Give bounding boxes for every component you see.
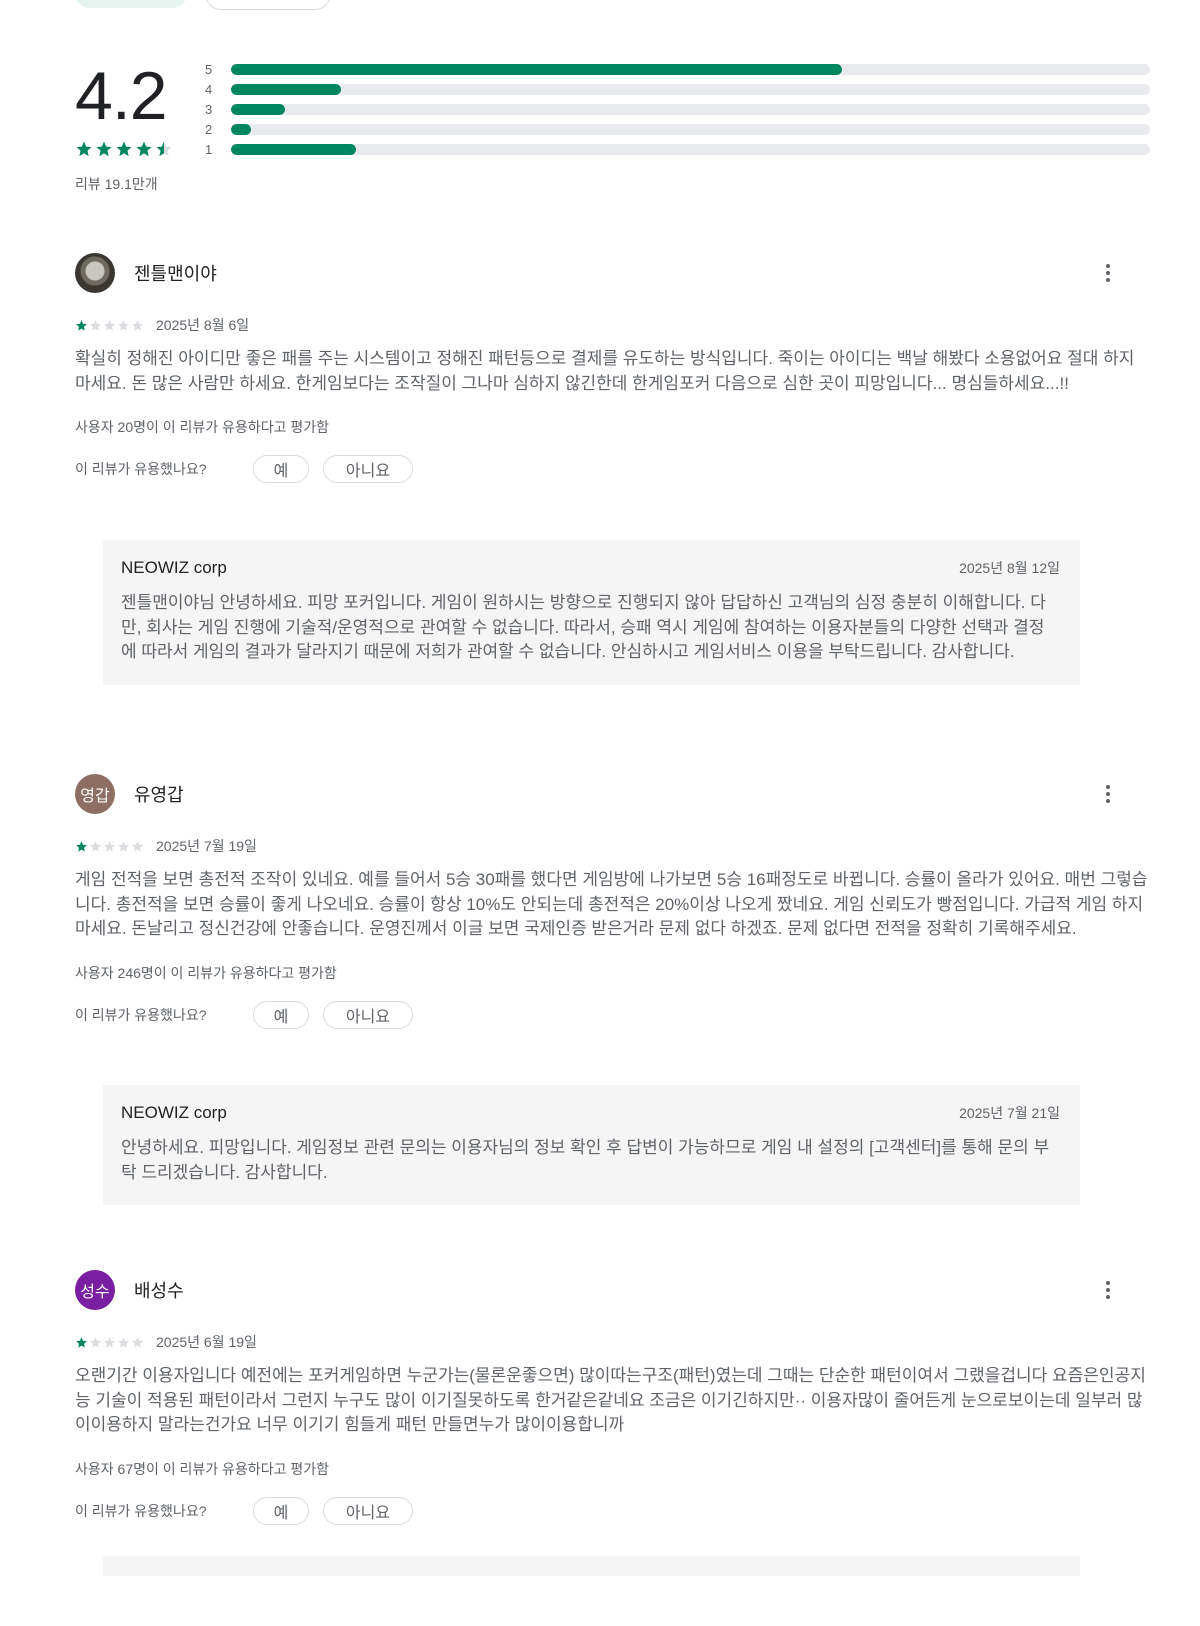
developer-reply <box>103 1556 1080 1576</box>
distribution-track <box>231 123 1150 135</box>
helpful-question: 이 리뷰가 유용했나요? <box>75 461 207 477</box>
avatar <box>75 253 115 293</box>
helpful-no-button[interactable]: 아니요 <box>323 455 413 483</box>
distribution-label: 5 <box>205 61 213 77</box>
star-icon <box>76 319 87 331</box>
distribution-row: 3 <box>205 99 1150 119</box>
distribution-row: 2 <box>205 119 1150 139</box>
star-icon <box>76 840 87 852</box>
star-icon <box>104 1336 115 1348</box>
distribution-track <box>231 63 1150 75</box>
star-icon <box>156 141 172 157</box>
review-text: 게임 전적을 보면 총전적 조작이 있네요. 예를 들어서 5승 30패를 했다… <box>75 870 1148 938</box>
star-icon <box>118 1336 129 1348</box>
review-date: 2025년 7월 19일 <box>156 838 257 854</box>
more-options-icon[interactable] <box>1096 1278 1120 1302</box>
star-icon <box>118 319 129 331</box>
distribution-track <box>231 103 1150 115</box>
distribution-track <box>231 83 1150 95</box>
distribution-bar <box>231 123 252 135</box>
average-stars <box>75 140 173 158</box>
filter-chip-selected[interactable] <box>75 0 187 8</box>
helpful-yes-button[interactable]: 예 <box>253 1496 309 1525</box>
distribution-row: 5 <box>205 59 1150 79</box>
more-options-icon[interactable] <box>1096 261 1120 285</box>
star-icon <box>104 840 115 852</box>
distribution-row: 4 <box>205 79 1150 99</box>
review-stars <box>75 1336 144 1349</box>
star-icon <box>132 319 143 331</box>
star-icon <box>90 1336 101 1348</box>
reply-date: 2025년 7월 21일 <box>959 1105 1060 1121</box>
distribution-label: 4 <box>205 81 213 97</box>
helpful-count: 사용자 67명이 이 리뷰가 유용하다고 평가함 <box>75 1460 329 1477</box>
developer-reply: NEOWIZ corp 2025년 8월 12일 젠틀맨이야님 안녕하세요. 피… <box>103 540 1080 685</box>
helpful-yes-button[interactable]: 예 <box>253 455 309 483</box>
star-icon <box>104 319 115 331</box>
reply-date: 2025년 8월 12일 <box>959 560 1060 576</box>
top-filter-chips <box>75 0 331 10</box>
review-card: 성수 배성수 2025년 6월 19일 오랜기간 이용자입니다 예전에는 포커게… <box>75 1270 1150 1526</box>
helpful-no-button[interactable]: 아니요 <box>323 1496 413 1525</box>
helpful-question: 이 리뷰가 유용했나요? <box>75 1006 207 1023</box>
reply-text: 젠틀맨이야님 안녕하세요. 피망 포커입니다. 게임이 원하시는 방향으로 진행… <box>121 593 1046 661</box>
distribution-bar <box>231 143 356 155</box>
avatar: 영갑 <box>75 774 115 814</box>
developer-reply: NEOWIZ corp 2025년 7월 21일 안녕하세요. 피망입니다. 게… <box>103 1085 1080 1205</box>
developer-name: NEOWIZ corp <box>121 558 227 577</box>
review-stars <box>75 840 144 853</box>
helpful-no-button[interactable]: 아니요 <box>323 1000 413 1029</box>
star-icon <box>116 141 132 157</box>
star-icon <box>76 1336 87 1348</box>
review-date: 2025년 6월 19일 <box>156 1334 257 1350</box>
review-count: 리뷰 19.1만개 <box>75 176 158 192</box>
developer-name: NEOWIZ corp <box>121 1103 227 1122</box>
review-card: 젠틀맨이야 2025년 8월 6일 확실히 정해진 아이디만 좋은 패를 주는 … <box>75 253 1150 484</box>
distribution-label: 1 <box>205 141 213 157</box>
star-icon <box>90 319 101 331</box>
star-icon <box>76 141 92 157</box>
avatar: 성수 <box>75 1270 115 1310</box>
review-author: 배성수 <box>134 1281 184 1301</box>
rating-distribution: 5 4 3 2 1 <box>205 59 1150 159</box>
distribution-row: 1 <box>205 139 1150 159</box>
distribution-bar <box>231 83 342 95</box>
helpful-count: 사용자 246명이 이 리뷰가 유용하다고 평가함 <box>75 964 337 981</box>
star-icon <box>90 840 101 852</box>
distribution-label: 2 <box>205 121 213 137</box>
review-text: 오랜기간 이용자입니다 예전에는 포커게임하면 누군가는(물론운좋으면) 많이따… <box>75 1366 1146 1434</box>
average-score: 4.2 <box>75 58 168 134</box>
distribution-label: 3 <box>205 101 213 117</box>
distribution-bar <box>231 103 286 115</box>
review-author: 유영갑 <box>134 785 184 805</box>
star-icon <box>132 1336 143 1348</box>
distribution-track <box>231 143 1150 155</box>
helpful-yes-button[interactable]: 예 <box>253 1000 309 1029</box>
helpful-question: 이 리뷰가 유용했나요? <box>75 1502 207 1519</box>
star-icon <box>118 840 129 852</box>
review-card: 영갑 유영갑 2025년 7월 19일 게임 전적을 보면 총전적 조작이 있네… <box>75 774 1150 1030</box>
star-icon <box>132 840 143 852</box>
review-text: 확실히 정해진 아이디만 좋은 패를 주는 시스템이고 정해진 패턴등으로 결제… <box>75 349 1135 393</box>
distribution-bar <box>231 63 843 75</box>
star-icon <box>96 141 112 157</box>
rating-summary: 4.2 리뷰 19.1만개 5 4 3 2 1 <box>75 55 1150 205</box>
reply-text: 안녕하세요. 피망입니다. 게임정보 관련 문의는 이용자님의 정보 확인 후 … <box>121 1138 1050 1182</box>
helpful-count: 사용자 20명이 이 리뷰가 유용하다고 평가함 <box>75 419 329 435</box>
star-icon <box>136 141 152 157</box>
review-author: 젠틀맨이야 <box>134 264 217 284</box>
more-options-icon[interactable] <box>1096 782 1120 806</box>
filter-chip[interactable] <box>205 0 331 10</box>
review-stars <box>75 319 144 332</box>
review-date: 2025년 8월 6일 <box>156 317 250 333</box>
